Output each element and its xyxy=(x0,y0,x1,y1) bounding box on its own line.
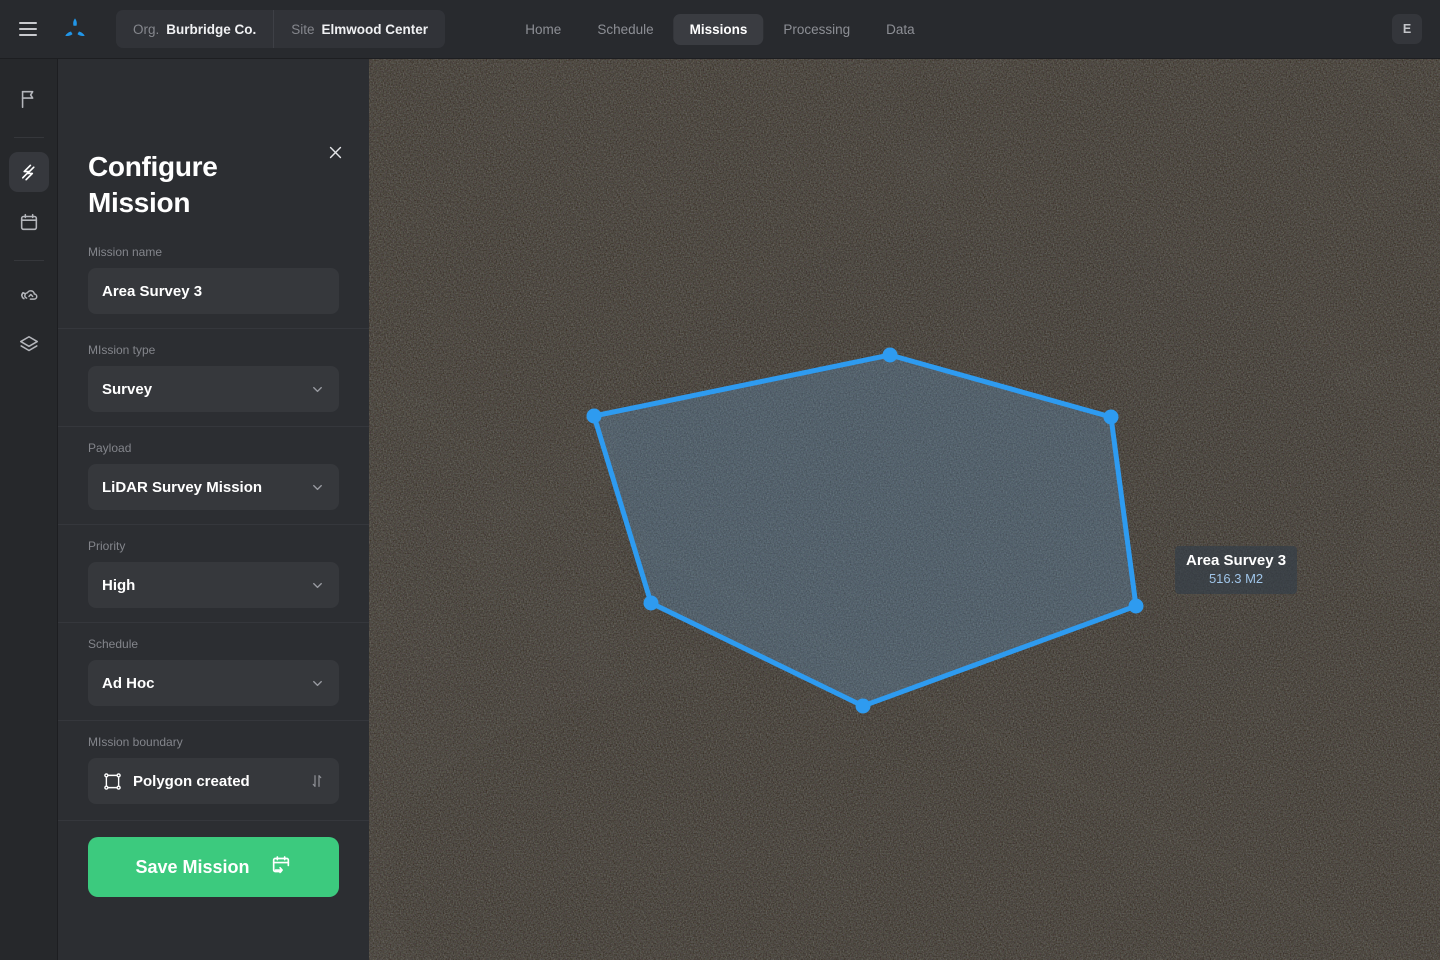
tab-processing[interactable]: Processing xyxy=(767,14,866,45)
main-nav: Home Schedule Missions Processing Data xyxy=(509,14,930,45)
site-value: Elmwood Center xyxy=(322,22,429,37)
chevron-down-icon xyxy=(310,578,325,593)
site-chip[interactable]: Site Elmwood Center xyxy=(273,10,445,48)
polygon-vertex-handle[interactable] xyxy=(644,596,659,611)
priority-value: High xyxy=(102,577,310,594)
sliders-icon[interactable] xyxy=(309,773,325,789)
polygon-vertex-handle[interactable] xyxy=(1129,599,1144,614)
icon-rail xyxy=(0,59,58,960)
mission-name-value: Area Survey 3 xyxy=(102,283,325,300)
priority-select[interactable]: High xyxy=(88,562,339,608)
mission-form: Mission name Area Survey 3 MIssion type … xyxy=(58,235,369,897)
rail-item-calendar[interactable] xyxy=(9,202,49,242)
schedule-select[interactable]: Ad Hoc xyxy=(88,660,339,706)
rail-item-cloud-sync[interactable] xyxy=(9,275,49,315)
polygon-icon xyxy=(102,771,123,792)
polygon-vertex-handle[interactable] xyxy=(587,409,602,424)
org-label: Org. xyxy=(133,22,159,37)
mission-type-value: Survey xyxy=(102,381,310,398)
save-section: Save Mission xyxy=(58,820,369,897)
map-imagery xyxy=(369,59,1440,960)
label-mission-name: Mission name xyxy=(88,245,339,259)
close-icon[interactable] xyxy=(320,137,350,167)
site-label: Site xyxy=(291,22,314,37)
label-mission-type: MIssion type xyxy=(88,343,339,357)
polygon-vertex-handle[interactable] xyxy=(1104,410,1119,425)
mission-boundary-value: Polygon created xyxy=(133,773,309,790)
tab-missions[interactable]: Missions xyxy=(674,14,764,45)
app-root: Org. Burbridge Co. Site Elmwood Center H… xyxy=(0,0,1440,960)
calendar-arrow-icon xyxy=(270,854,292,881)
mission-boundary-control[interactable]: Polygon created xyxy=(88,758,339,804)
field-mission-name: Mission name Area Survey 3 xyxy=(58,235,369,314)
save-mission-label: Save Mission xyxy=(135,857,249,878)
rail-item-layers[interactable] xyxy=(9,325,49,365)
top-bar: Org. Burbridge Co. Site Elmwood Center H… xyxy=(0,0,1440,59)
chevron-down-icon xyxy=(310,480,325,495)
field-schedule: Schedule Ad Hoc xyxy=(58,622,369,706)
org-chip[interactable]: Org. Burbridge Co. xyxy=(116,10,273,48)
propeller-logo xyxy=(54,9,96,49)
rail-divider-2 xyxy=(14,260,44,261)
payload-select[interactable]: LiDAR Survey Mission xyxy=(88,464,339,510)
rail-item-survey-path[interactable] xyxy=(9,152,49,192)
rail-item-flag[interactable] xyxy=(9,79,49,119)
label-mission-boundary: MIssion boundary xyxy=(88,735,339,749)
field-mission-type: MIssion type Survey xyxy=(58,328,369,412)
map-canvas[interactable]: Area Survey 3 516.3 M2 xyxy=(369,59,1440,960)
polygon-vertex-handle[interactable] xyxy=(883,348,898,363)
chevron-down-icon xyxy=(310,382,325,397)
rail-divider-1 xyxy=(14,137,44,138)
mission-type-select[interactable]: Survey xyxy=(88,366,339,412)
field-mission-boundary: MIssion boundary Polygon created xyxy=(58,720,369,804)
org-site-chipgroup: Org. Burbridge Co. Site Elmwood Center xyxy=(116,10,445,48)
payload-value: LiDAR Survey Mission xyxy=(102,479,310,496)
tab-schedule[interactable]: Schedule xyxy=(581,14,669,45)
tab-data[interactable]: Data xyxy=(870,14,931,45)
mission-name-input[interactable]: Area Survey 3 xyxy=(88,268,339,314)
chevron-down-icon xyxy=(310,676,325,691)
avatar[interactable]: E xyxy=(1392,14,1422,44)
org-value: Burbridge Co. xyxy=(166,22,256,37)
label-payload: Payload xyxy=(88,441,339,455)
page-title: Configure Mission xyxy=(88,149,288,221)
tab-home[interactable]: Home xyxy=(509,14,577,45)
field-payload: Payload LiDAR Survey Mission xyxy=(58,426,369,510)
label-schedule: Schedule xyxy=(88,637,339,651)
hamburger-icon[interactable] xyxy=(8,9,48,49)
polygon-vertex-handle[interactable] xyxy=(856,699,871,714)
configure-mission-panel: Configure Mission Mission name Area Surv… xyxy=(58,59,369,960)
label-priority: Priority xyxy=(88,539,339,553)
schedule-value: Ad Hoc xyxy=(102,675,310,692)
field-priority: Priority High xyxy=(58,524,369,608)
save-mission-button[interactable]: Save Mission xyxy=(88,837,339,897)
